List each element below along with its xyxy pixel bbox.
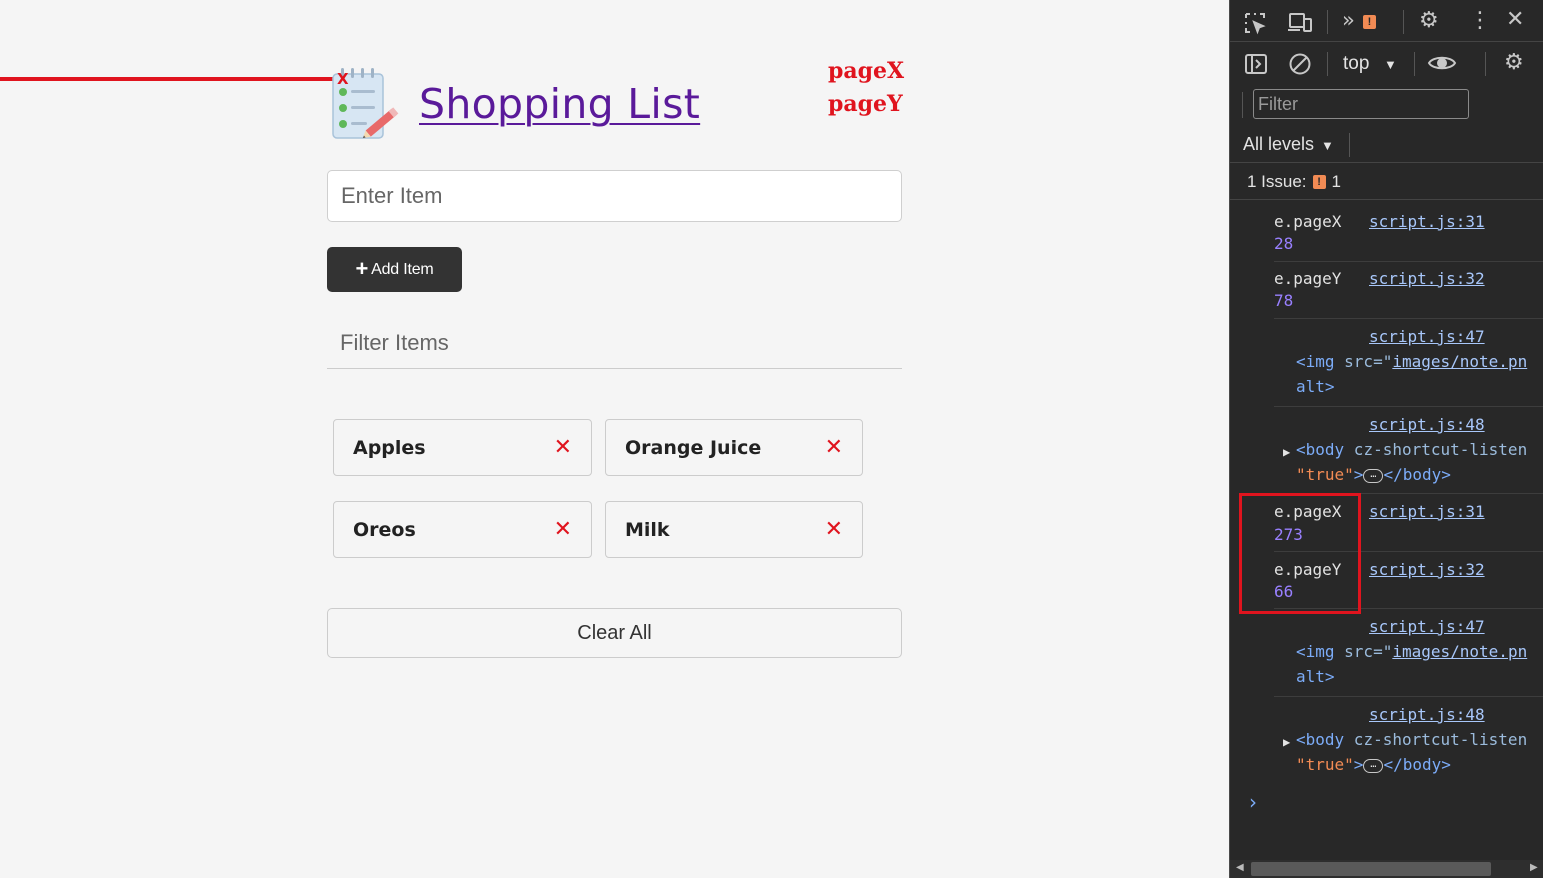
console-log-entry: script.js:47 <img src="images/note.pn al… [1230,326,1543,402]
toolbar-divider [1327,10,1328,34]
remove-item-icon[interactable]: ✕ [825,436,843,459]
log-source-link[interactable]: script.js:32 [1369,559,1485,581]
more-tabs-icon[interactable]: » [1342,10,1355,31]
log-divider [1274,318,1543,319]
log-element-code-tail: alt> [1296,377,1335,396]
console-log-entry: script.js:47 <img src="images/note.pn al… [1230,616,1543,692]
add-item-button[interactable]: + Add Item [327,247,462,292]
scrollbar-thumb[interactable] [1251,862,1491,876]
console-log-entry: e.pageX script.js:31 28 [1230,211,1543,257]
log-source-link[interactable]: script.js:48 [1369,704,1485,726]
remove-item-icon[interactable]: ✕ [554,518,572,541]
log-source-link[interactable]: script.js:47 [1369,616,1485,638]
console-log-entry: e.pageY script.js:32 78 [1230,268,1543,314]
device-toolbar-icon[interactable] [1287,11,1313,36]
item-name: Milk [625,518,670,541]
list-item: Orange Juice ✕ [605,419,863,476]
toolbar-border [1230,199,1543,200]
log-divider [1274,406,1543,407]
console-log-entry: script.js:48 ▶ <body cz-shortcut-listen … [1230,414,1543,490]
expand-triangle-icon[interactable]: ▶ [1283,441,1290,463]
item-name: Orange Juice [625,436,762,459]
log-element-code[interactable]: "true">… </body> [1296,754,1451,776]
chevron-down-icon: ▼ [1321,138,1334,153]
log-source-link[interactable]: script.js:32 [1369,268,1485,290]
console-prompt-icon[interactable]: › [1249,790,1257,814]
list-item: Apples ✕ [333,419,592,476]
settings-gear-icon[interactable]: ⚙ [1419,10,1439,32]
context-selector[interactable]: top [1343,53,1369,75]
log-value: 78 [1274,291,1294,310]
close-icon[interactable]: ✕ [1506,9,1524,31]
toolbar-divider [1403,10,1404,34]
kebab-menu-icon[interactable]: ⋮ [1469,10,1491,32]
remove-item-icon[interactable]: ✕ [554,436,572,459]
devtools-panel: » ! ⚙ ⋮ ✕ top ▼ ⚙ All levels ▼ 1 Issue: … [1229,0,1543,878]
toolbar-border [1230,41,1543,42]
log-element-code[interactable]: <img src="images/note.pn [1296,641,1527,663]
log-element-code[interactable]: <img src="images/note.pn [1296,351,1527,373]
issues-label: 1 Issue: [1247,172,1307,191]
item-name: Oreos [353,518,416,541]
issue-flag-icon: ! [1312,175,1326,189]
annotation-x-marker: X [337,70,349,88]
log-divider [1274,261,1543,262]
clear-all-button[interactable]: Clear All [327,608,902,658]
console-filter-input[interactable] [1253,89,1469,119]
annotation-pagey-label: pageY [828,91,903,117]
sidebar-toggle-icon[interactable] [1244,53,1268,78]
page-title-link[interactable]: Shopping List [419,78,700,130]
log-value: 28 [1274,234,1294,253]
log-divider [1274,696,1543,697]
log-source-link[interactable]: script.js:48 [1369,414,1485,436]
toolbar-divider [1327,52,1328,76]
console-log-entry: script.js:48 ▶ <body cz-shortcut-listen … [1230,704,1543,780]
toolbar-border [1230,162,1543,163]
expand-triangle-icon[interactable]: ▶ [1283,731,1290,753]
issues-bar[interactable]: 1 Issue: ! 1 [1247,172,1341,192]
console-settings-gear-icon[interactable]: ⚙ [1504,52,1524,74]
app-page: X Shopping List pageX pageY + Add Item A… [0,0,1229,878]
scroll-left-icon[interactable]: ◀ [1236,862,1244,873]
ellipsis-icon[interactable]: … [1363,758,1384,773]
filter-input[interactable] [327,318,902,369]
log-element-code[interactable]: <body cz-shortcut-listen [1296,729,1527,751]
annotation-red-line [0,77,336,81]
list-item: Milk ✕ [605,501,863,558]
clear-console-icon[interactable] [1288,52,1312,79]
annotation-pagex-label: pageX [828,58,905,84]
item-name: Apples [353,436,426,459]
log-element-code[interactable]: "true">… </body> [1296,464,1451,486]
inspect-element-icon[interactable] [1243,11,1267,38]
log-element-code-tail: alt> [1296,667,1335,686]
list-item: Oreos ✕ [333,501,592,558]
toolbar-divider [1485,52,1486,76]
scroll-right-icon[interactable]: ▶ [1530,862,1538,873]
plus-icon: + [355,255,369,281]
log-source-link[interactable]: script.js:47 [1369,326,1485,348]
live-expression-eye-icon[interactable] [1427,52,1457,77]
issues-badge-icon: ! [1363,15,1376,29]
issues-count: 1 [1331,172,1342,191]
log-element-code[interactable]: <body cz-shortcut-listen [1296,439,1527,461]
remove-item-icon[interactable]: ✕ [825,518,843,541]
toolbar-divider [1414,52,1415,76]
chevron-down-icon: ▼ [1384,57,1397,72]
toolbar-divider [1349,133,1350,157]
log-source-link[interactable]: script.js:31 [1369,501,1485,523]
ellipsis-icon[interactable]: … [1363,468,1384,483]
log-label: e.pageY [1274,269,1342,288]
annotation-highlight-box [1239,493,1361,614]
add-item-label: Add Item [371,260,434,278]
horizontal-scrollbar[interactable]: ◀ ▶ [1230,860,1543,878]
item-input[interactable] [327,170,902,222]
toolbar-divider [1242,92,1243,118]
log-label: e.pageX [1274,212,1342,231]
log-levels-dropdown[interactable]: All levels [1243,134,1314,155]
log-source-link[interactable]: script.js:31 [1369,211,1485,233]
